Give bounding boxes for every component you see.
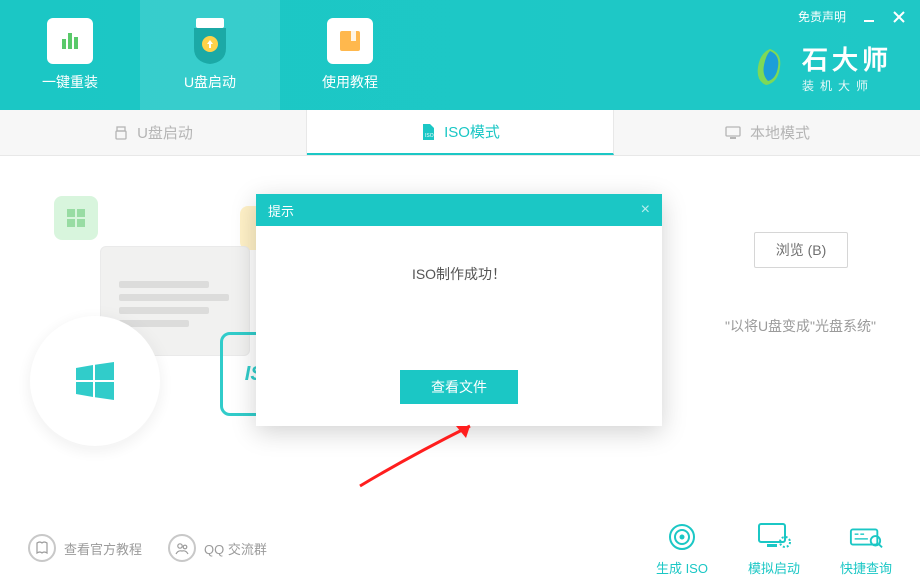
footer-link-label: 查看官方教程 [64,539,142,558]
dialog-body: ISO制作成功！ 查看文件 [256,226,662,426]
bar-chart-icon [47,18,93,64]
mode-tabs: U盘启动 ISO ISO模式 本地模式 [0,110,920,156]
brand-name: 石大师 [802,40,892,77]
close-button[interactable] [892,10,906,24]
dialog-message: ISO制作成功！ [412,264,506,284]
browse-button[interactable]: 浏览 (B) [754,232,848,268]
footer-link-label: QQ 交流群 [204,539,267,558]
nav-usb-boot[interactable]: U盘启动 [140,0,280,110]
windows-icon [72,358,118,404]
tab-label: ISO模式 [444,121,500,142]
tab-label: U盘启动 [137,122,193,143]
footer-actions: 生成 ISO 模拟启动 快捷查询 [656,520,892,577]
dialog-title-text: 提示 [268,201,294,220]
window-controls: 免责声明 [798,8,906,25]
quick-search-button[interactable]: 快捷查询 [840,520,892,577]
app-header: 一键重装 U盘启动 使用教程 免责声明 石大师 装机大师 [0,0,920,110]
dialog: 提示 × ISO制作成功！ 查看文件 [256,194,662,426]
background-illustration: ISO [30,196,290,456]
monitor-play-icon [757,520,791,554]
keyboard-search-icon [849,520,883,554]
book-icon [28,534,56,562]
generate-iso-button[interactable]: 生成 ISO [656,520,708,577]
book-icon [327,18,373,64]
tab-iso-mode[interactable]: ISO ISO模式 [307,110,614,155]
simulate-boot-button[interactable]: 模拟启动 [748,520,800,577]
nav-label: 使用教程 [322,72,378,92]
windows-tile-icon [54,196,98,240]
file-icon: ISO [420,123,436,141]
official-tutorial-link[interactable]: 查看官方教程 [28,534,142,562]
dialog-close-button[interactable]: × [641,201,650,219]
annotation-arrow-icon [350,416,500,496]
minimize-button[interactable] [862,10,876,24]
people-icon [168,534,196,562]
disc-icon [665,520,699,554]
view-file-button[interactable]: 查看文件 [400,370,518,404]
brand-subtitle: 装机大师 [802,77,892,94]
qq-group-link[interactable]: QQ 交流群 [168,534,267,562]
nav-reinstall[interactable]: 一键重装 [0,0,140,110]
svg-text:ISO: ISO [425,133,434,139]
main-content: ISO 浏览 (B) "以将U盘变成"光盘系统" 提示 × ISO制作成功！ 查… [0,156,920,516]
windows-badge [30,316,160,446]
tab-label: 本地模式 [750,122,810,143]
action-label: 模拟启动 [748,558,800,577]
footer: 查看官方教程 QQ 交流群 生成 ISO 模拟启动 快捷查询 [0,516,920,580]
action-label: 生成 ISO [656,558,708,577]
tab-local-mode[interactable]: 本地模式 [614,110,920,155]
nav-tutorial[interactable]: 使用教程 [280,0,420,110]
usb-icon [113,125,129,141]
monitor-icon [724,125,742,141]
nav-label: 一键重装 [42,72,98,92]
usb-shield-icon [187,18,233,64]
footer-links: 查看官方教程 QQ 交流群 [28,534,267,562]
hint-text: "以将U盘变成"光盘系统" [725,316,876,336]
disclaimer-link[interactable]: 免责声明 [798,8,846,25]
dialog-titlebar: 提示 × [256,194,662,226]
tab-usb-boot[interactable]: U盘启动 [0,110,307,155]
action-label: 快捷查询 [840,558,892,577]
nav-label: U盘启动 [184,72,236,92]
brand: 石大师 装机大师 [748,40,892,94]
brand-logo-icon [748,45,792,89]
